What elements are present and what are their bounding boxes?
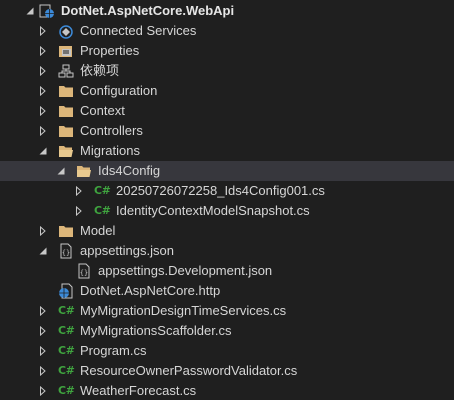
tree-item-label: Model <box>80 223 116 238</box>
tree-item-model-snapshot[interactable]: C# IdentityContextModelSnapshot.cs <box>0 201 454 221</box>
tree-item-migrations-scaffolder[interactable]: C# MyMigrationsScaffolder.cs <box>0 321 454 341</box>
tree-item-label: ResourceOwnerPasswordValidator.cs <box>80 363 298 378</box>
tree-item-migrations[interactable]: Migrations <box>0 141 454 161</box>
tree-item-label: Migrations <box>80 143 140 158</box>
tree-item-password-validator[interactable]: C# ResourceOwnerPasswordValidator.cs <box>0 361 454 381</box>
tree-item-migration-file[interactable]: C# 20250726072258_Ids4Config001.cs <box>0 181 454 201</box>
tree-item-label: IdentityContextModelSnapshot.cs <box>116 203 310 218</box>
tree-item-project-root[interactable]: DotNet.AspNetCore.WebApi <box>0 1 454 21</box>
solution-explorer-tree: DotNet.AspNetCore.WebApi Connected Servi… <box>0 0 454 400</box>
csharp-file-icon: C# <box>94 184 111 197</box>
csharp-file-icon: C# <box>58 344 75 357</box>
chevron-right-icon[interactable] <box>37 221 49 241</box>
tree-item-label: Properties <box>80 43 140 58</box>
folder-icon <box>58 223 74 239</box>
tree-item-label: Connected Services <box>80 23 197 38</box>
chevron-right-icon[interactable] <box>37 341 49 361</box>
csharp-file-icon: C# <box>58 384 75 397</box>
chevron-right-icon[interactable] <box>37 321 49 341</box>
tree-item-program[interactable]: C# Program.cs <box>0 341 454 361</box>
tree-item-appsettings[interactable]: {} appsettings.json <box>0 241 454 261</box>
csharp-file-icon: C# <box>58 364 75 377</box>
chevron-right-icon[interactable] <box>37 301 49 321</box>
folder-icon <box>58 123 74 139</box>
tree-item-configuration[interactable]: Configuration <box>0 81 454 101</box>
tree-item-context[interactable]: Context <box>0 101 454 121</box>
tree-item-label: Controllers <box>80 123 143 138</box>
chevron-down-icon[interactable] <box>24 1 36 21</box>
folder-icon <box>58 83 74 99</box>
tree-item-label: 依赖项 <box>80 63 120 78</box>
json-file-icon: {} <box>76 263 92 279</box>
chevron-right-icon[interactable] <box>37 381 49 400</box>
tree-item-label: Ids4Config <box>98 163 161 178</box>
tree-item-http-file[interactable]: DotNet.AspNetCore.http <box>0 281 454 301</box>
chevron-right-icon[interactable] <box>73 201 85 221</box>
tree-item-weather-forecast[interactable]: C# WeatherForecast.cs <box>0 381 454 400</box>
http-file-icon <box>58 283 74 299</box>
tree-item-label: Configuration <box>80 83 158 98</box>
chevron-right-icon[interactable] <box>37 361 49 381</box>
chevron-right-icon[interactable] <box>37 121 49 141</box>
chevron-right-icon[interactable] <box>73 181 85 201</box>
dependencies-icon <box>58 63 74 79</box>
tree-item-label: Context <box>80 103 125 118</box>
tree-item-label: WeatherForecast.cs <box>80 383 197 398</box>
json-file-icon: {} <box>58 243 74 259</box>
tree-item-label: MyMigrationDesignTimeServices.cs <box>80 303 287 318</box>
folder-icon <box>58 103 74 119</box>
svg-text:{}: {} <box>62 249 70 257</box>
tree-item-ids4config[interactable]: Ids4Config <box>0 161 454 181</box>
tree-item-label: DotNet.AspNetCore.http <box>80 283 221 298</box>
tree-item-controllers[interactable]: Controllers <box>0 121 454 141</box>
csharp-file-icon: C# <box>58 304 75 317</box>
tree-item-dependencies[interactable]: 依赖项 <box>0 61 454 81</box>
tree-item-design-time-services[interactable]: C# MyMigrationDesignTimeServices.cs <box>0 301 454 321</box>
csharp-file-icon: C# <box>94 204 111 217</box>
tree-item-label: appsettings.json <box>80 243 174 258</box>
chevron-down-icon[interactable] <box>37 141 49 161</box>
chevron-right-icon[interactable] <box>37 101 49 121</box>
tree-item-label: DotNet.AspNetCore.WebApi <box>61 3 235 18</box>
svg-text:{}: {} <box>80 269 88 277</box>
tree-item-model[interactable]: Model <box>0 221 454 241</box>
chevron-right-icon[interactable] <box>37 81 49 101</box>
chevron-right-icon[interactable] <box>37 21 49 41</box>
tree-item-label: 20250726072258_Ids4Config001.cs <box>116 183 325 198</box>
csharp-file-icon: C# <box>58 324 75 337</box>
folder-open-icon <box>58 143 74 159</box>
chevron-down-icon[interactable] <box>55 161 67 181</box>
chevron-right-icon[interactable] <box>37 61 49 81</box>
tree-item-appsettings-development[interactable]: {} appsettings.Development.json <box>0 261 454 281</box>
tree-item-connected-services[interactable]: Connected Services <box>0 21 454 41</box>
tree-item-label: appsettings.Development.json <box>98 263 273 278</box>
tree-item-label: Program.cs <box>80 343 147 358</box>
connected-services-icon <box>58 23 74 39</box>
chevron-right-icon[interactable] <box>37 41 49 61</box>
chevron-down-icon[interactable] <box>37 241 49 261</box>
tree-item-properties[interactable]: Properties <box>0 41 454 61</box>
properties-icon <box>58 43 74 59</box>
tree-item-label: MyMigrationsScaffolder.cs <box>80 323 232 338</box>
folder-open-icon <box>76 163 92 179</box>
web-project-icon <box>39 3 55 19</box>
